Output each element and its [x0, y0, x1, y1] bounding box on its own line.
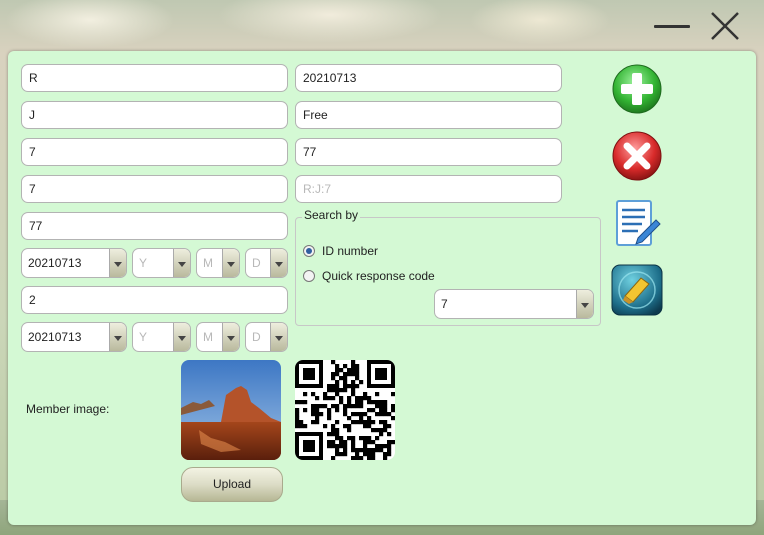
day-select-1[interactable]: D: [245, 248, 288, 278]
field-4[interactable]: 7: [21, 175, 288, 203]
chevron-down-icon[interactable]: [576, 290, 593, 318]
date-select-1[interactable]: 20210713: [21, 248, 127, 278]
field-code[interactable]: R:J:7: [295, 175, 562, 203]
field-3[interactable]: 7: [21, 138, 288, 166]
chevron-down-icon[interactable]: [270, 323, 287, 351]
chevron-down-icon[interactable]: [270, 249, 287, 277]
radio-qr-code-label: Quick response code: [322, 269, 435, 283]
year-select-2[interactable]: Y: [132, 322, 191, 352]
month-select-1[interactable]: M: [196, 248, 240, 278]
date-select-1-value: 20210713: [28, 256, 82, 270]
month-select-2-value: M: [203, 330, 213, 344]
search-select[interactable]: 7: [434, 289, 594, 319]
day-select-1-value: D: [252, 256, 261, 270]
edit-icon[interactable]: [612, 198, 662, 248]
radio-button-selected[interactable]: [303, 245, 315, 257]
delete-icon[interactable]: [612, 131, 662, 181]
year-select-1[interactable]: Y: [132, 248, 191, 278]
radio-id-number[interactable]: ID number: [303, 244, 378, 258]
field-type[interactable]: Free: [295, 101, 562, 129]
chevron-down-icon[interactable]: [173, 323, 190, 351]
field-1[interactable]: R: [21, 64, 288, 92]
chevron-down-icon[interactable]: [173, 249, 190, 277]
year-select-1-value: Y: [139, 256, 148, 270]
chevron-down-icon[interactable]: [109, 323, 126, 351]
field-2[interactable]: J: [21, 101, 288, 129]
radio-id-number-label: ID number: [322, 244, 379, 258]
field-date[interactable]: 20210713: [295, 64, 562, 92]
chevron-down-icon[interactable]: [109, 249, 126, 277]
field-amount[interactable]: 77: [295, 138, 562, 166]
date-select-2[interactable]: 20210713: [21, 322, 127, 352]
qr-code-image: [295, 360, 395, 460]
search-by-legend: Search by: [302, 208, 361, 222]
field-5[interactable]: 77: [21, 212, 288, 240]
year-select-2-value: Y: [139, 330, 148, 344]
upload-button[interactable]: Upload: [181, 467, 283, 502]
member-image: [181, 360, 281, 460]
search-select-value: 7: [441, 297, 448, 311]
date-select-2-value: 20210713: [28, 330, 82, 344]
chevron-down-icon[interactable]: [222, 249, 239, 277]
field-6[interactable]: 2: [21, 286, 288, 314]
radio-button[interactable]: [303, 270, 315, 282]
month-select-1-value: M: [203, 256, 213, 270]
minimize-icon[interactable]: [652, 15, 692, 35]
month-select-2[interactable]: M: [196, 322, 240, 352]
radio-qr-code[interactable]: Quick response code: [303, 269, 435, 283]
close-icon[interactable]: [708, 10, 742, 42]
chevron-down-icon[interactable]: [222, 323, 239, 351]
clear-icon[interactable]: [611, 264, 663, 316]
add-icon[interactable]: [612, 64, 662, 114]
day-select-2[interactable]: D: [245, 322, 288, 352]
member-image-label: Member image:: [26, 402, 110, 416]
day-select-2-value: D: [252, 330, 261, 344]
